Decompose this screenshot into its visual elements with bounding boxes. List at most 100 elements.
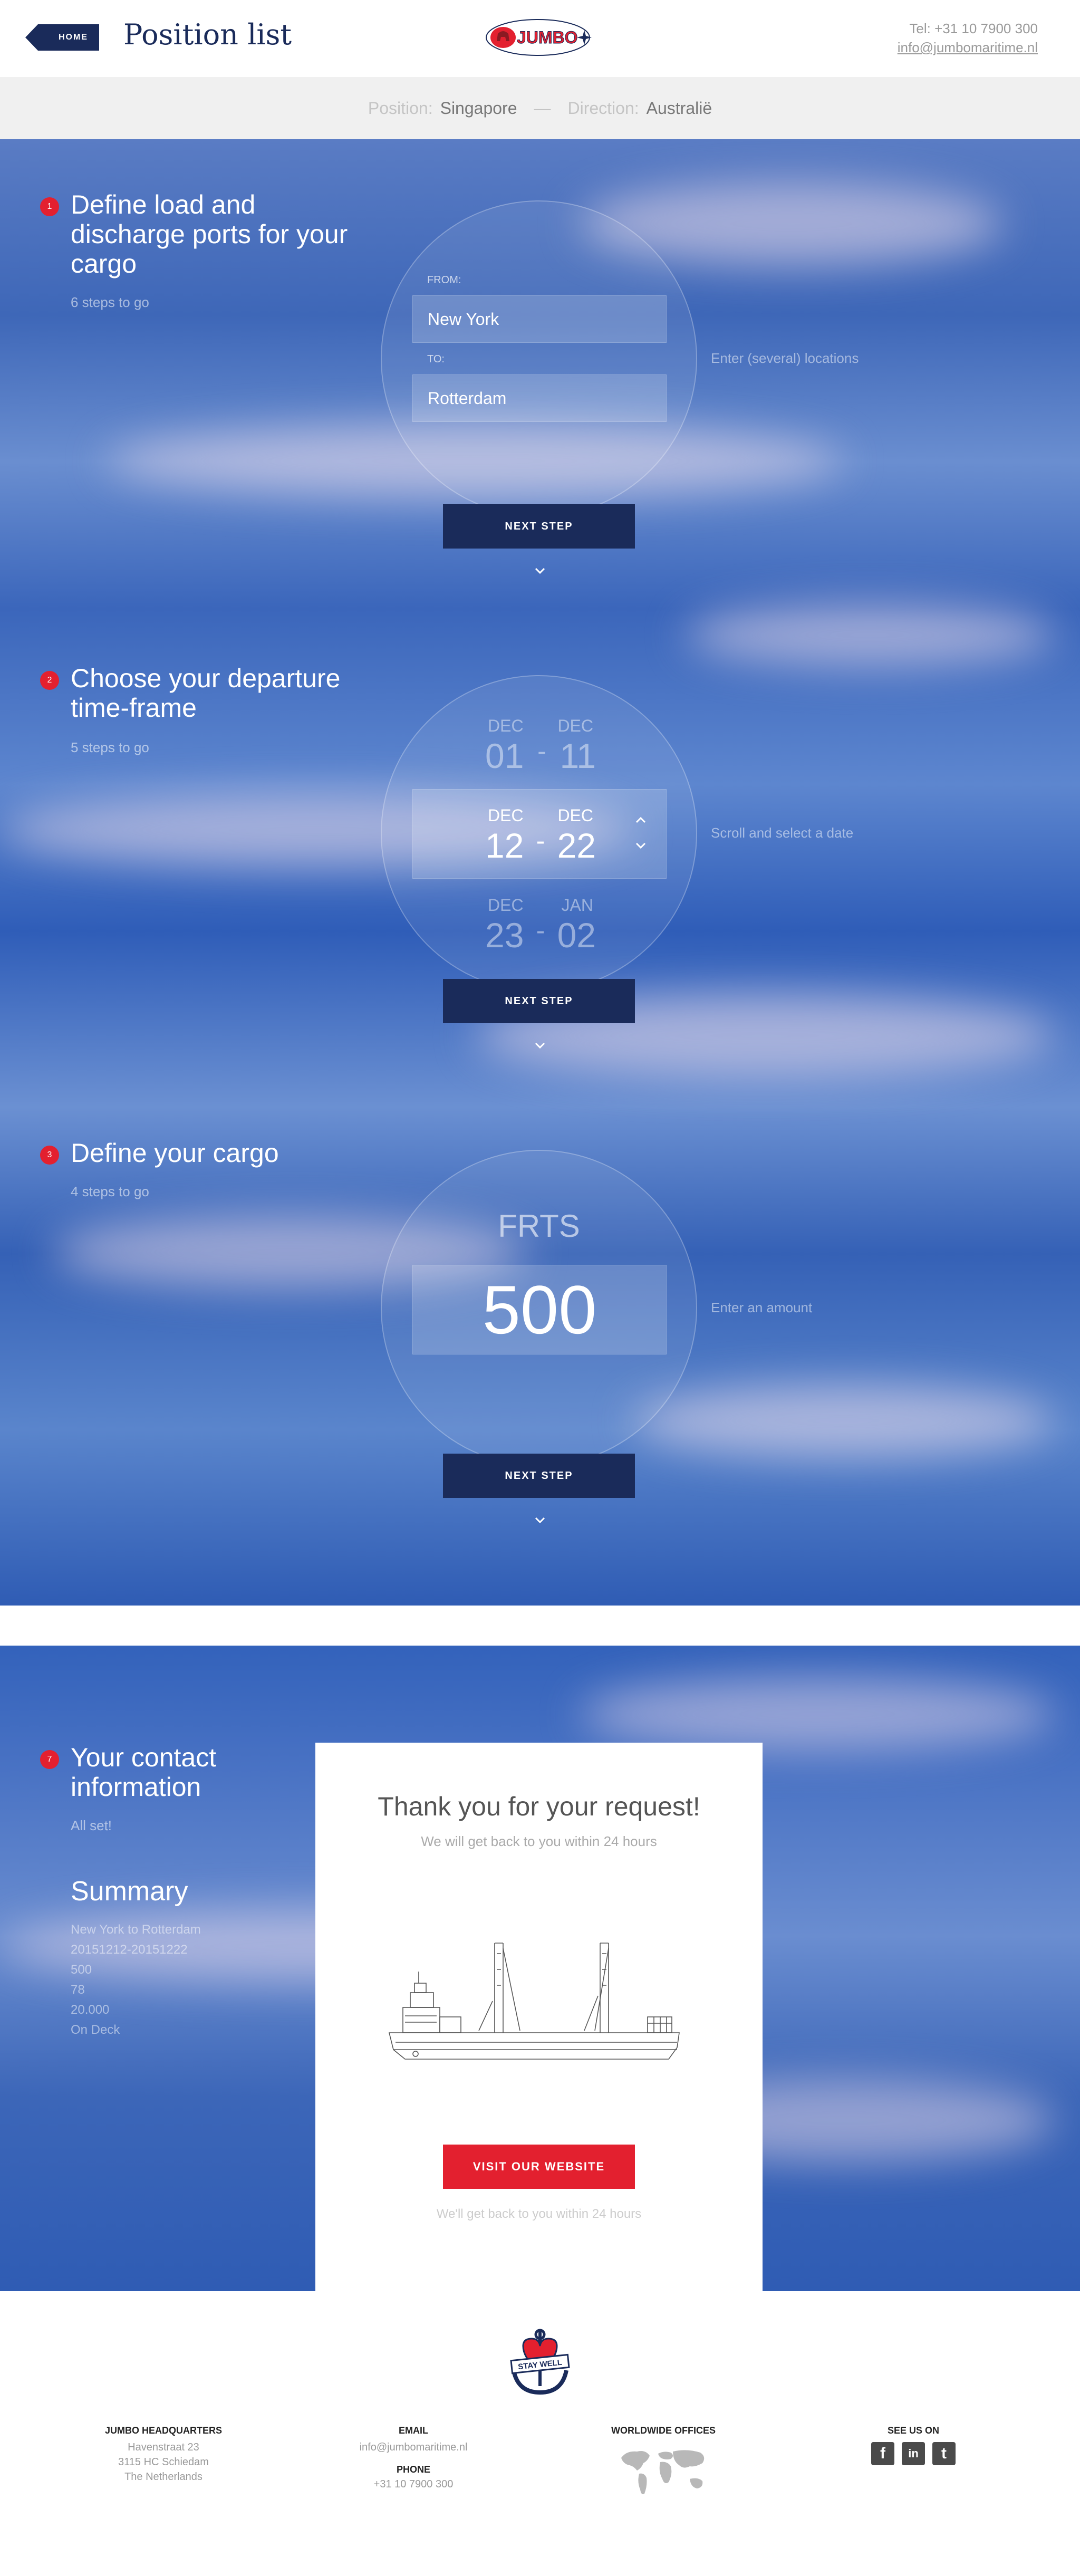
thank-you-card: Thank you for your request! We will get … xyxy=(315,1743,763,2291)
summary-weight: 20.000 xyxy=(71,2003,110,2017)
step-2-title: Choose your departure time-frame xyxy=(71,664,341,723)
date-option[interactable]: DEC DEC 01-11 xyxy=(475,716,606,776)
header-email-link[interactable]: info@jumbomaritime.nl xyxy=(898,38,1038,57)
visit-website-button[interactable]: VISIT OUR WEBSITE xyxy=(443,2145,635,2189)
cargo-amount-input[interactable]: 500 xyxy=(412,1265,667,1354)
step-1-subtitle: 6 steps to go xyxy=(71,294,149,310)
heavy-lift-ship-illustration xyxy=(388,1943,680,2060)
hq-heading: JUMBO HEADQUARTERS xyxy=(104,2425,222,2436)
date-option-selected[interactable]: DEC DEC 12-22 xyxy=(475,806,606,866)
step-1-hint: Enter (several) locations xyxy=(711,350,859,366)
contact-title: Your contact information xyxy=(71,1743,217,1802)
position-label: Position: xyxy=(368,98,433,118)
direction-value[interactable]: Australië xyxy=(647,99,712,118)
step-1-next-button[interactable]: NEXT STEP xyxy=(443,504,635,549)
stay-well-badge: STAY WELL xyxy=(510,2329,570,2395)
position-filter-bar: Position: Singapore — Direction: Austral… xyxy=(0,77,1080,139)
visit-website-label: VISIT OUR WEBSITE xyxy=(472,2160,605,2173)
thank-you-subtitle: We will get back to you within 24 hours xyxy=(421,1833,657,1849)
date-day-start: 01 xyxy=(485,736,524,775)
footer-contact: EMAIL info@jumbomaritime.nl PHONE +31 10… xyxy=(308,2423,519,2492)
step-2-next-button[interactable]: NEXT STEP xyxy=(443,979,635,1023)
twitter-icon[interactable]: t xyxy=(932,2442,956,2465)
chevron-down-icon[interactable] xyxy=(633,838,649,853)
step-2-hint: Scroll and select a date xyxy=(711,825,854,841)
date-day-end: 02 xyxy=(557,916,596,955)
cargo-unit-label: FRTS xyxy=(498,1208,580,1244)
date-month-end: DEC xyxy=(557,806,593,825)
summary-list: New York to Rotterdam 20151212-20151222 … xyxy=(71,1920,201,2040)
date-dash: - xyxy=(536,826,545,856)
footer-social: SEE US ON f in t xyxy=(808,2423,1019,2465)
logo-text: JUMBO xyxy=(517,28,578,47)
from-label: FROM: xyxy=(427,274,461,286)
step-2-subtitle: 5 steps to go xyxy=(71,739,149,755)
to-label: TO: xyxy=(427,353,445,365)
date-dash: - xyxy=(537,736,546,766)
facebook-icon[interactable]: f xyxy=(871,2442,894,2465)
position-value[interactable]: Singapore xyxy=(440,99,517,118)
thank-you-title: Thank you for your request! xyxy=(378,1792,700,1821)
date-month-end: DEC xyxy=(557,716,593,735)
direction-label: Direction: xyxy=(567,98,639,118)
step-3-next-button[interactable]: NEXT STEP xyxy=(443,1454,635,1498)
page-title: Position list xyxy=(123,18,292,51)
date-dash: - xyxy=(536,916,545,945)
linkedin-icon[interactable]: in xyxy=(902,2442,925,2465)
step-7-number: 7 xyxy=(40,1750,59,1769)
breadcrumb-separator: — xyxy=(534,98,551,118)
footer-offices: WORLDWIDE OFFICES xyxy=(558,2423,769,2501)
date-option[interactable]: DEC JAN 23-02 xyxy=(475,896,606,955)
to-input[interactable]: Rotterdam xyxy=(412,374,667,422)
step-2-number: 2 xyxy=(40,671,59,690)
phone-heading: PHONE xyxy=(396,2464,430,2475)
jumbo-logo[interactable]: JUMBO xyxy=(485,18,594,57)
home-button-label: HOME xyxy=(59,33,88,42)
chevron-down-icon[interactable] xyxy=(532,1512,548,1529)
date-month-start: DEC xyxy=(488,716,524,735)
social-heading: SEE US ON xyxy=(887,2425,940,2436)
date-day-start: 23 xyxy=(485,916,524,955)
step-2-next-label: NEXT STEP xyxy=(505,995,573,1007)
site-header: HOME Position list JUMBO Tel: +31 10 790… xyxy=(0,0,1080,77)
summary-route: New York to Rotterdam xyxy=(71,1923,201,1937)
home-button[interactable]: HOME xyxy=(25,24,99,51)
chevron-down-icon[interactable] xyxy=(532,1037,548,1054)
hq-street: Havenstraat 23 xyxy=(128,2442,199,2453)
step-3-hint: Enter an amount xyxy=(711,1300,813,1315)
email-heading: EMAIL xyxy=(399,2425,428,2436)
summary-item: 78 xyxy=(71,1983,85,1997)
thank-you-footnote: We'll get back to you within 24 hours xyxy=(436,2207,642,2221)
step-1-title: Define load and discharge ports for your… xyxy=(71,190,348,278)
contact-subtitle: All set! xyxy=(71,1818,112,1833)
step-3-subtitle: 4 steps to go xyxy=(71,1184,149,1199)
site-footer: STAY WELL JUMBO HEADQUARTERS Havenstraat… xyxy=(0,2291,1080,2576)
date-day-end: 11 xyxy=(560,736,596,775)
date-month-start: DEC xyxy=(488,806,524,825)
header-phone: Tel: +31 10 7900 300 xyxy=(909,21,1038,36)
offices-heading: WORLDWIDE OFFICES xyxy=(611,2425,716,2436)
footer-headquarters: JUMBO HEADQUARTERS Havenstraat 23 3115 H… xyxy=(58,2423,269,2484)
world-map-icon[interactable] xyxy=(616,2443,711,2501)
step-1-number: 1 xyxy=(40,197,59,216)
date-day-start: 12 xyxy=(485,826,524,865)
step-3-title: Define your cargo xyxy=(71,1138,279,1168)
summary-dates: 20151212-20151222 xyxy=(71,1943,188,1957)
summary-stowage: On Deck xyxy=(71,2023,120,2037)
summary-title: Summary xyxy=(71,1876,188,1907)
date-month-end: JAN xyxy=(561,896,593,915)
chevron-up-icon[interactable] xyxy=(633,812,649,828)
summary-amount: 500 xyxy=(71,1963,92,1977)
footer-phone[interactable]: +31 10 7900 300 xyxy=(308,2477,519,2492)
date-month-start: DEC xyxy=(488,896,524,915)
date-day-end: 22 xyxy=(557,826,596,865)
footer-email-link[interactable]: info@jumbomaritime.nl xyxy=(308,2440,519,2455)
step-1-next-label: NEXT STEP xyxy=(505,520,573,532)
hq-country: The Netherlands xyxy=(124,2471,202,2483)
header-contact: Tel: +31 10 7900 300 info@jumbomaritime.… xyxy=(898,19,1038,57)
step-3-number: 3 xyxy=(40,1146,59,1165)
step-3-next-label: NEXT STEP xyxy=(505,1469,573,1482)
hq-postcode: 3115 HC Schiedam xyxy=(118,2456,209,2468)
from-input[interactable]: New York xyxy=(412,295,667,343)
chevron-down-icon[interactable] xyxy=(532,562,548,579)
